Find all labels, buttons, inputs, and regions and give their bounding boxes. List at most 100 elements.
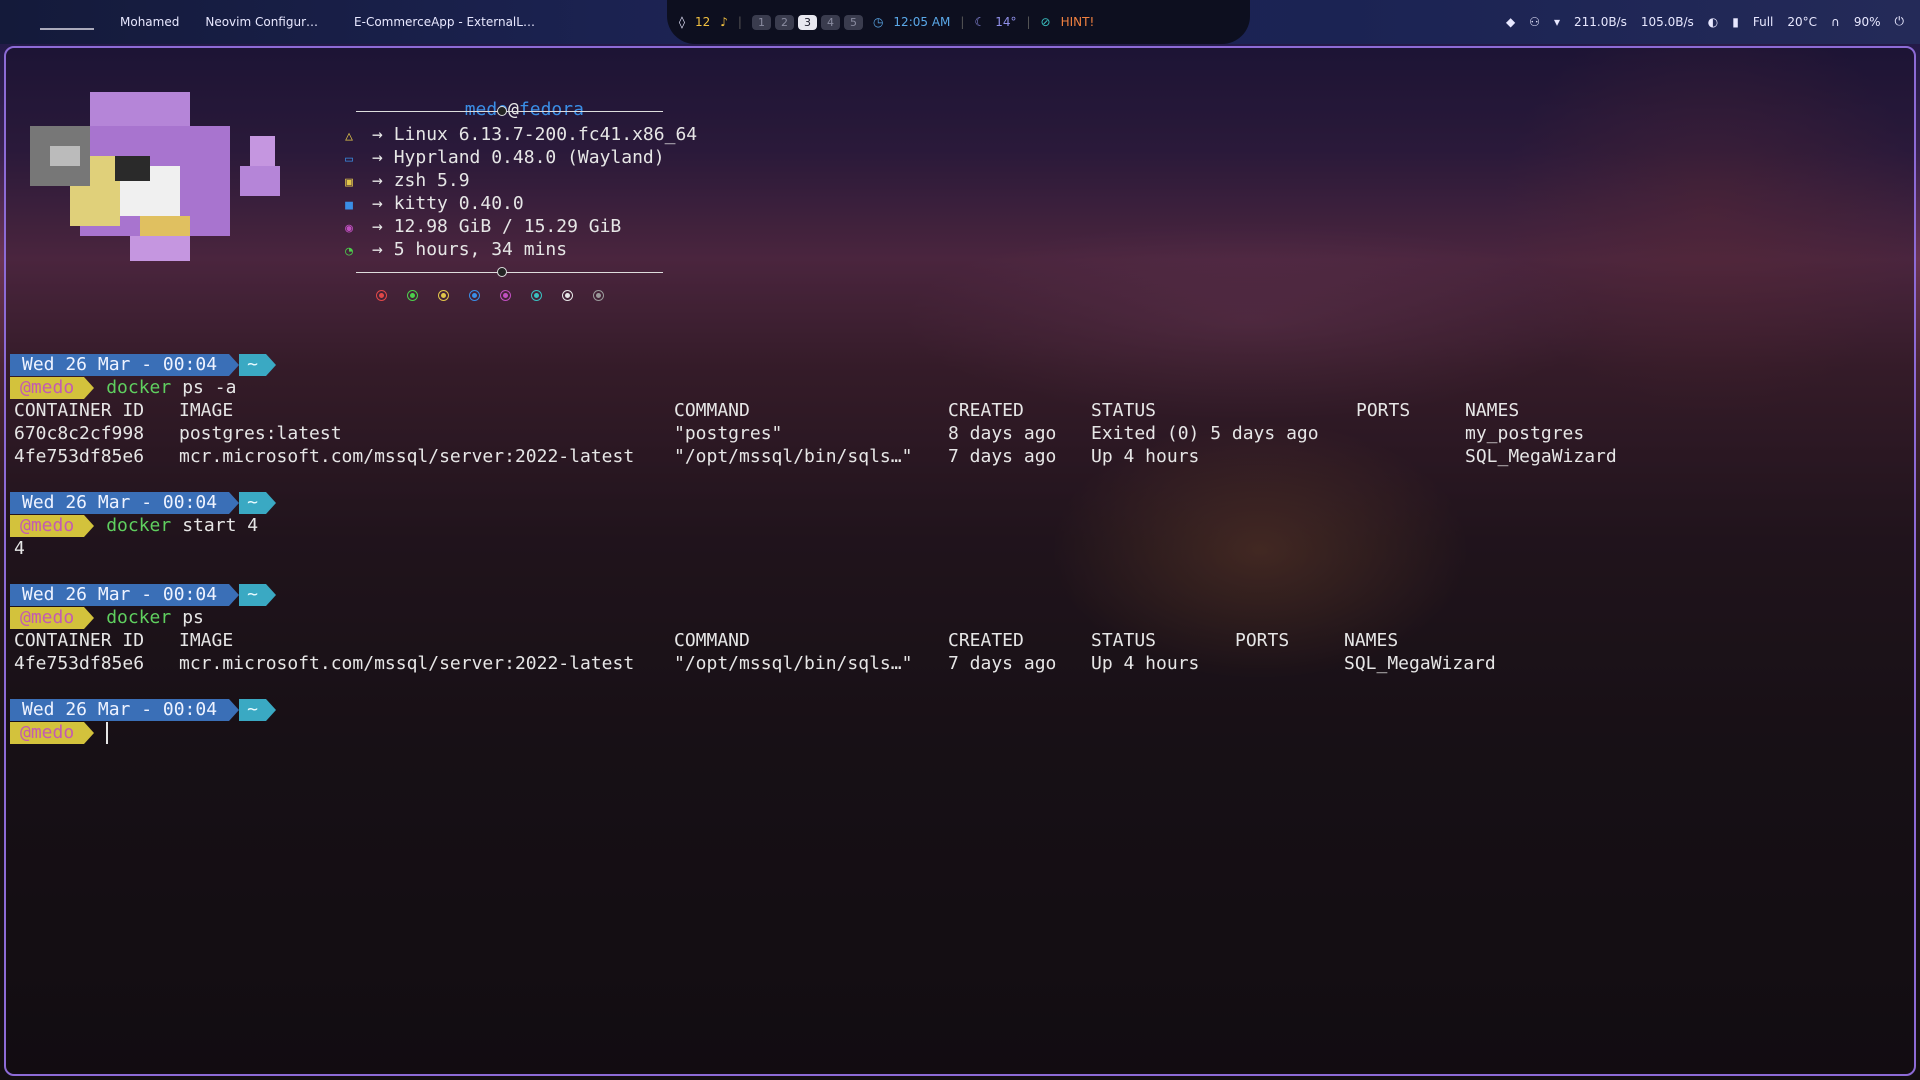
pixel-art-logo xyxy=(20,86,290,276)
prompt-date: Wed 26 Mar - 00:04 xyxy=(10,584,230,606)
prompt-date-line: Wed 26 Mar - 00:04 ~ xyxy=(10,584,276,606)
table-cell: 7 days ago xyxy=(948,446,1057,467)
top-bar: Mohamed Neovim Configur… E-CommerceApp -… xyxy=(0,0,1920,44)
command-line[interactable]: @medo xyxy=(10,722,109,744)
table-row: 4fe753df85e6 mcr.microsoft.com/mssql/serv… xyxy=(0,653,1900,675)
battery-status[interactable]: Full xyxy=(1753,15,1774,29)
workspace-button[interactable]: 2 xyxy=(774,14,794,30)
palette-dot-icon xyxy=(376,290,387,301)
text-cursor[interactable] xyxy=(106,722,109,744)
table-row: 670c8c2cf998 postgres:latest "postgres" 8 d… xyxy=(0,423,1900,445)
weather-temp[interactable]: 14° xyxy=(995,15,1016,29)
column-header: COMMAND xyxy=(674,630,750,651)
arrow-glyph: → xyxy=(372,193,394,214)
linux-icon: △ xyxy=(345,129,353,144)
eye-off-icon[interactable]: ⊘ xyxy=(1041,15,1051,29)
powerline-arrow xyxy=(84,607,95,629)
fetch-value: 12.98 GiB / 15.29 GiB xyxy=(393,216,622,237)
separator: | xyxy=(1026,15,1031,29)
color-palette xyxy=(376,290,604,301)
moon-icon: ☾ xyxy=(974,15,986,29)
prompt-user: @medo xyxy=(10,377,85,399)
workspace-list: 1 2 3 4 5 xyxy=(751,14,863,30)
column-header: PORTS xyxy=(1235,630,1290,651)
table-cell: SQL_MegaWizard xyxy=(1344,653,1496,674)
prompt-date-line: Wed 26 Mar - 00:04 ~ xyxy=(10,699,276,721)
prompt-user: @medo xyxy=(10,722,85,744)
palette-dot-core xyxy=(379,293,384,298)
prompt-dir: ~ xyxy=(239,492,266,514)
command-line[interactable]: @medo docker ps -a xyxy=(10,377,236,399)
palette-dot-icon xyxy=(531,290,542,301)
bell-icon[interactable]: ♪ xyxy=(720,15,728,29)
tray-icon[interactable]: ◆ xyxy=(1506,15,1515,29)
prompt-user: @medo xyxy=(10,607,85,629)
power-icon[interactable]: ⏻ xyxy=(1895,14,1905,29)
download-icon: ▾ xyxy=(1553,14,1560,29)
powerline-arrow xyxy=(84,722,95,744)
hint-label[interactable]: HINT! xyxy=(1061,15,1095,29)
table-cell: 4fe753df85e6 xyxy=(14,653,145,674)
window-list: Mohamed Neovim Configur… E-CommerceApp -… xyxy=(40,14,535,30)
table-cell: Up 4 hours xyxy=(1091,653,1200,674)
table-cell: SQL_MegaWizard xyxy=(1465,446,1617,467)
fetch-line: ◔ → 5 hours, 34 mins xyxy=(342,239,567,260)
column-header: CREATED xyxy=(948,400,1024,421)
command-name: docker xyxy=(106,377,172,398)
table-cell: mcr.microsoft.com/mssql/server:2022-late… xyxy=(179,446,635,467)
fetch-value: Linux 6.13.7-200.fc41.x86_64 xyxy=(393,124,698,145)
table-cell: "postgres" xyxy=(674,423,783,444)
fetch-header: medo@fedora xyxy=(443,78,584,120)
column-header: NAMES xyxy=(1465,400,1520,421)
powerline-arrow xyxy=(229,699,240,721)
download-rate[interactable]: 211.0B/s xyxy=(1574,15,1627,29)
window-icon: ▭ xyxy=(345,152,353,167)
fetch-line: △ → Linux 6.13.7-200.fc41.x86_64 xyxy=(342,124,697,145)
column-header: IMAGE xyxy=(179,400,234,421)
headphones-icon: ∩ xyxy=(1831,14,1840,29)
window-item[interactable]: E-CommerceApp - ExternalL… xyxy=(354,15,535,29)
table-cell: 7 days ago xyxy=(948,653,1057,674)
prompt-date-line: Wed 26 Mar - 00:04 ~ xyxy=(10,354,276,376)
table-cell: postgres:latest xyxy=(179,423,342,444)
divider-knob xyxy=(497,106,507,116)
command-output: 4 xyxy=(14,538,25,559)
table-cell: mcr.microsoft.com/mssql/server:2022-late… xyxy=(179,653,635,674)
tray-icon[interactable]: ⚇ xyxy=(1529,15,1540,29)
powerline-arrow xyxy=(265,354,276,376)
window-item[interactable]: Neovim Configur… xyxy=(205,15,318,29)
column-header: STATUS xyxy=(1091,400,1157,421)
palette-dot-icon xyxy=(438,290,449,301)
workspace-button-active[interactable]: 3 xyxy=(797,14,817,30)
command-line[interactable]: @medo docker start 4 xyxy=(10,515,258,537)
column-header: NAMES xyxy=(1344,630,1399,651)
memory-icon: ◉ xyxy=(345,221,353,236)
notification-count[interactable]: 12 xyxy=(695,15,710,29)
command-args: ps -a xyxy=(182,377,237,398)
column-header: PORTS xyxy=(1356,400,1411,421)
volume-level[interactable]: 90% xyxy=(1854,15,1881,29)
brightness-icon[interactable]: ◐ xyxy=(1708,15,1718,29)
terminal-window[interactable] xyxy=(4,46,1916,1076)
table-cell: "/opt/mssql/bin/sqls…" xyxy=(674,446,913,467)
powerline-arrow xyxy=(84,515,95,537)
upload-rate[interactable]: 105.0B/s xyxy=(1641,15,1694,29)
palette-dot-icon xyxy=(500,290,511,301)
command-line[interactable]: @medo docker ps xyxy=(10,607,204,629)
window-item[interactable]: Mohamed xyxy=(120,15,179,29)
prompt-date: Wed 26 Mar - 00:04 xyxy=(10,699,230,721)
prompt-dir: ~ xyxy=(239,584,266,606)
powerline-arrow xyxy=(265,699,276,721)
workspace-button[interactable]: 1 xyxy=(751,14,771,30)
status-area: ◆ ⚇ ▾ 211.0B/s 105.0B/s ◐ ▮ Full 20°C ∩ … xyxy=(1506,14,1904,29)
clock-time[interactable]: 12:05 AM xyxy=(893,15,950,29)
fetch-value: Hyprland 0.48.0 (Wayland) xyxy=(393,147,665,168)
palette-dot-core xyxy=(410,293,415,298)
launcher-indicator[interactable] xyxy=(40,14,94,30)
cpu-temp[interactable]: 20°C xyxy=(1787,15,1817,29)
workspace-button[interactable]: 4 xyxy=(820,14,840,30)
command-name: docker xyxy=(106,607,172,628)
command-args: start 4 xyxy=(182,515,259,536)
workspace-button[interactable]: 5 xyxy=(843,14,863,30)
table-cell: 670c8c2cf998 xyxy=(14,423,145,444)
